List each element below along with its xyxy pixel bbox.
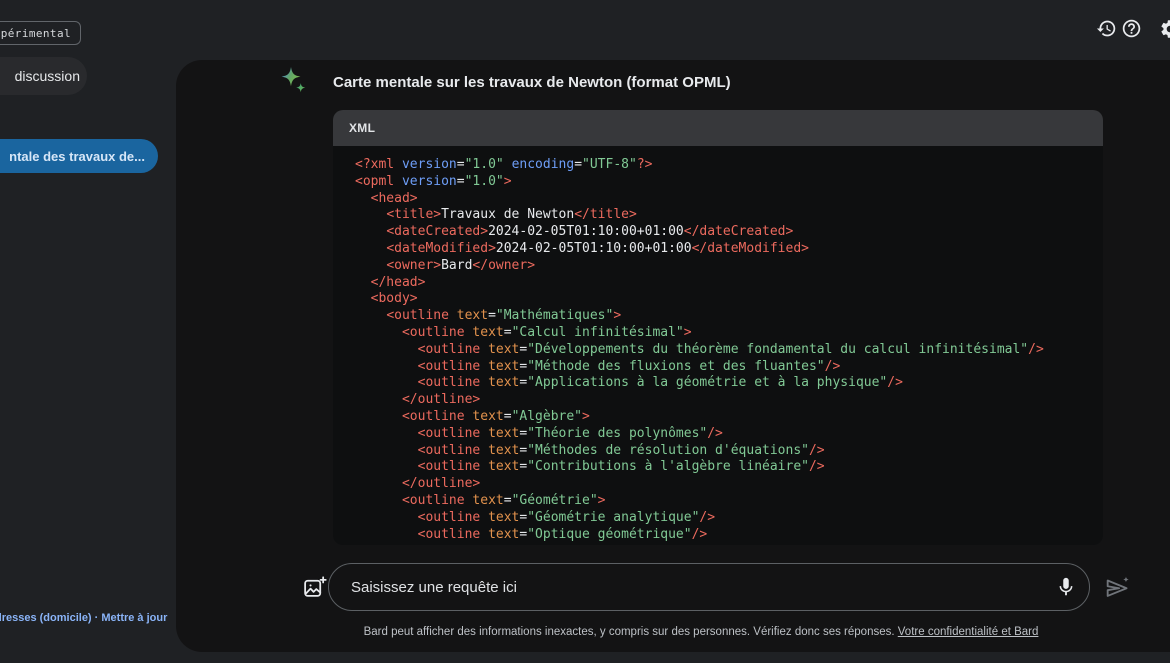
experimental-badge-label: périmental bbox=[1, 27, 71, 40]
active-conversation[interactable]: ntale des travaux de... bbox=[0, 139, 158, 173]
prompt-input-container[interactable] bbox=[328, 563, 1090, 611]
chat-panel: Carte mentale sur les travaux de Newton … bbox=[176, 60, 1170, 652]
new-chat-label: discussion bbox=[15, 68, 80, 84]
upload-image-button[interactable] bbox=[302, 575, 327, 600]
prompt-input[interactable] bbox=[349, 578, 1055, 597]
bard-app: périmental discussion ntale des travaux … bbox=[0, 0, 1170, 663]
bard-sparkle-icon bbox=[277, 65, 309, 102]
disclaimer-text: Bard peut afficher des informations inex… bbox=[316, 626, 1086, 638]
microphone-button[interactable] bbox=[1055, 576, 1077, 598]
experimental-badge: périmental bbox=[0, 21, 81, 45]
active-conversation-label: ntale des travaux de... bbox=[9, 149, 145, 164]
history-icon[interactable] bbox=[1096, 18, 1117, 39]
code-content[interactable]: <?xml version="1.0" encoding="UTF-8"?><o… bbox=[333, 146, 1103, 545]
privacy-link[interactable]: Votre confidentialité et Bard bbox=[898, 626, 1039, 638]
response-title: Carte mentale sur les travaux de Newton … bbox=[333, 74, 731, 91]
new-chat-button[interactable]: discussion bbox=[0, 57, 87, 95]
code-block: XML <?xml version="1.0" encoding="UTF-8"… bbox=[333, 110, 1103, 545]
code-block-header: XML bbox=[333, 110, 1103, 146]
help-icon[interactable] bbox=[1121, 18, 1142, 39]
code-language-label: XML bbox=[349, 121, 375, 135]
settings-icon[interactable] bbox=[1159, 18, 1170, 40]
send-button[interactable] bbox=[1103, 574, 1131, 602]
location-update-link[interactable]: dresses (domicile) · Mettre à jour bbox=[0, 612, 167, 624]
disclaimer-body: Bard peut afficher des informations inex… bbox=[364, 626, 895, 638]
